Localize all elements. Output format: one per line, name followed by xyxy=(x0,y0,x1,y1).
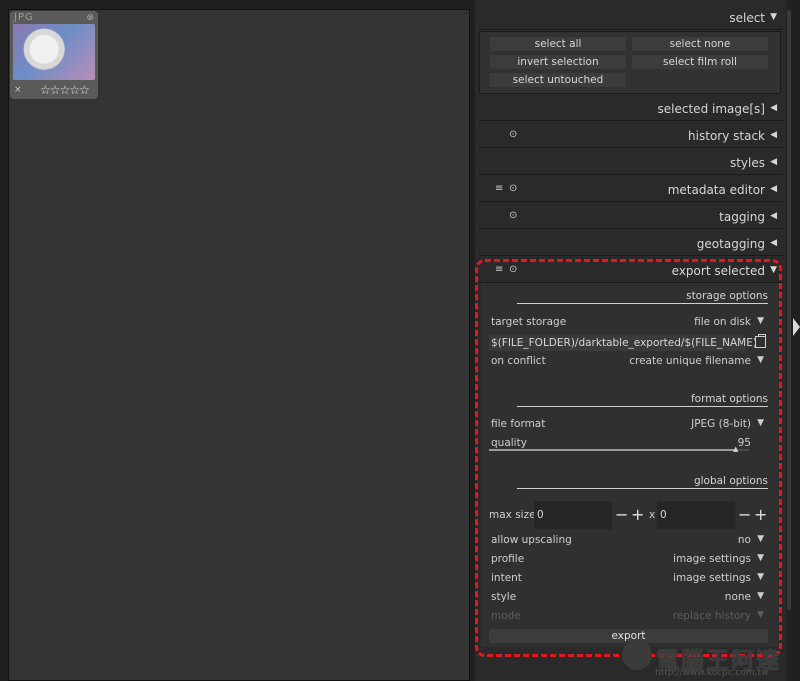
collapsed-arrow-icon: ◀ xyxy=(770,103,777,113)
scrollbar-thumb[interactable] xyxy=(787,10,791,610)
module-header-select[interactable]: select ▼ xyxy=(479,6,783,30)
expanded-arrow-icon: ▼ xyxy=(770,12,777,22)
collapsed-arrow-icon: ◀ xyxy=(770,130,777,140)
select-module-body: select all select none invert selection … xyxy=(479,31,781,94)
thumbnail-close-icon[interactable]: ⊗ xyxy=(86,13,94,23)
reset-icon[interactable]: ⊙ xyxy=(509,129,517,140)
module-header-selected-images[interactable]: selected image[s] ◀ xyxy=(479,97,783,121)
presets-icon[interactable]: ≡ xyxy=(495,183,503,194)
collapsed-arrow-icon: ◀ xyxy=(770,184,777,194)
panel-collapse-icon[interactable] xyxy=(793,318,800,336)
module-title: geotagging xyxy=(696,237,765,251)
module-header-tagging[interactable]: ⊙ tagging ◀ xyxy=(479,205,783,229)
collapsed-arrow-icon: ◀ xyxy=(770,211,777,221)
reset-icon[interactable]: ⊙ xyxy=(509,183,517,194)
reset-icon[interactable]: ⊙ xyxy=(509,210,517,221)
select-untouched-button[interactable]: select untouched xyxy=(490,73,626,87)
select-film-roll-button[interactable]: select film roll xyxy=(632,55,768,69)
module-title: tagging xyxy=(719,210,765,224)
star-rating[interactable]: ☆☆☆☆☆ xyxy=(40,83,90,97)
invert-selection-button[interactable]: invert selection xyxy=(490,55,626,69)
thumbnail-image[interactable] xyxy=(13,24,95,80)
thumbnail[interactable]: JPG ⊗ × ☆☆☆☆☆ xyxy=(10,11,98,99)
module-header-history-stack[interactable]: ⊙ history stack ◀ xyxy=(479,124,783,148)
module-header-metadata-editor[interactable]: ≡ ⊙ metadata editor ◀ xyxy=(479,178,783,202)
thumbnail-extension: JPG xyxy=(14,12,34,23)
module-title: metadata editor xyxy=(667,183,765,197)
module-title: styles xyxy=(729,156,765,170)
collapsed-arrow-icon: ◀ xyxy=(770,238,777,248)
lighttable-area[interactable] xyxy=(8,9,470,681)
module-header-geotagging[interactable]: geotagging ◀ xyxy=(479,232,783,256)
watermark-url: http://www.kocpc.com.tw xyxy=(655,668,769,678)
select-all-button[interactable]: select all xyxy=(490,37,626,51)
module-title: select xyxy=(729,11,765,25)
module-title: selected image[s] xyxy=(657,102,765,116)
collapsed-arrow-icon: ◀ xyxy=(770,157,777,167)
highlight-annotation xyxy=(475,259,782,657)
select-none-button[interactable]: select none xyxy=(632,37,768,51)
reject-icon[interactable]: × xyxy=(14,85,22,95)
module-title: history stack xyxy=(688,129,765,143)
module-header-styles[interactable]: styles ◀ xyxy=(479,151,783,175)
watermark-logo-icon xyxy=(622,640,652,670)
